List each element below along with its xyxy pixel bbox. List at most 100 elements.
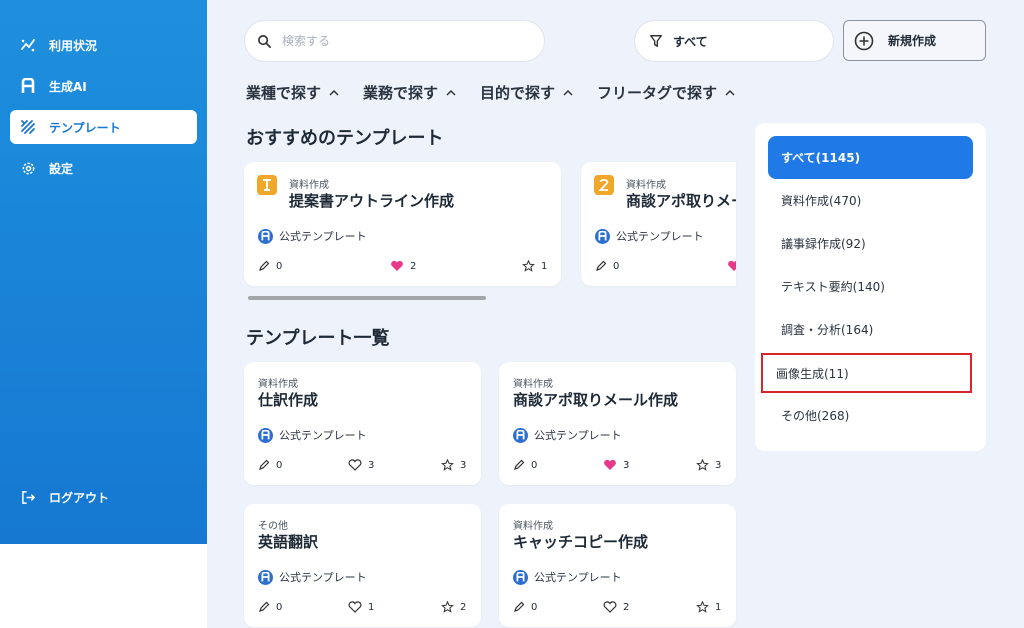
card-category: 資料作成 [513,379,553,390]
category-item-image-generation[interactable]: 画像生成(11) [761,353,972,393]
edit-count[interactable]: 0 [258,459,282,471]
like-count[interactable]: 2 [390,260,416,272]
sidebar-item-template[interactable]: テンプレート [10,110,197,144]
sidebar-item-label: テンプレート [49,120,121,135]
filter-icon [649,34,663,48]
template-card[interactable]: 資料作成 商談アポ取りメール作成 公式テンプレート 0 3 3 [499,362,736,485]
like-count[interactable]: 3 [348,459,374,471]
heart-filled-icon [391,260,403,271]
search-input[interactable] [282,34,522,48]
card-stats: 0 [595,260,736,274]
heart-icon [348,601,362,613]
chevron-up-icon [329,89,339,96]
star-count[interactable]: 1 [696,601,721,613]
official-logo-icon [258,228,273,244]
sidebar: 利用状況 生成AI テンプレート 設定 ログアウト [0,0,207,544]
category-item[interactable]: 議事録作成(92) [768,222,973,265]
category-item[interactable]: テキスト要約(140) [768,265,973,308]
card-stats: 0 3 3 [258,459,469,473]
pencil-icon [259,260,270,271]
like-count[interactable]: 3 [603,459,629,471]
pencil-icon [514,601,525,612]
official-label: 公式テンプレート [258,569,367,585]
star-count[interactable]: 2 [441,601,466,613]
official-logo-icon [258,427,273,443]
plus-circle-icon [854,31,874,51]
like-count[interactable]: 1 [348,601,374,613]
logout-button[interactable]: ログアウト [10,480,197,514]
card-stats: 0 2 1 [258,260,549,274]
nav-free-tag[interactable]: フリータグで探す [597,82,735,103]
category-item[interactable]: その他(268) [768,394,973,437]
card-title: 英語翻訳 [258,533,319,551]
card-title: 商談アポ取りメール作成 [513,391,679,409]
horizontal-scrollbar[interactable] [248,296,486,300]
heart-filled-icon [728,260,736,271]
star-count[interactable]: 3 [696,459,721,471]
official-logo-icon [258,569,273,585]
edit-count[interactable]: 0 [513,459,537,471]
heart-icon [348,459,362,471]
category-item-all[interactable]: すべて(1145) [768,136,973,179]
edit-count[interactable]: 0 [513,601,537,613]
template-list-title: テンプレート一覧 [246,328,390,349]
sidebar-footer-area [0,544,207,628]
template-card[interactable]: 資料作成 仕訳作成 公式テンプレート 0 3 3 [244,362,481,485]
official-logo-icon [595,228,610,244]
new-button-label: 新規作成 [888,34,937,48]
card-title: キャッチコピー作成 [513,533,649,551]
card-stats: 0 3 3 [513,459,724,473]
star-count[interactable]: 1 [522,260,547,272]
nav-industry[interactable]: 業種で探す [246,82,339,103]
search-box[interactable] [244,20,545,62]
like-count[interactable] [727,260,736,272]
star-icon [441,601,454,613]
filter-label: すべて [673,34,708,49]
category-nav: 業種で探す 業務で探す 目的で探す フリータグで探す [246,82,759,103]
logout-icon [20,489,36,505]
star-count[interactable]: 3 [441,459,466,471]
card-title: 商談アポ取りメール作成 [626,192,736,210]
pencil-icon [259,459,270,470]
card-category: 資料作成 [258,379,298,390]
rank-badge [257,175,277,195]
recommended-card[interactable]: 資料作成 提案書アウトライン作成 公式テンプレート 0 2 1 [244,162,561,286]
card-title: 提案書アウトライン作成 [289,192,455,210]
nav-purpose[interactable]: 目的で探す [480,82,573,103]
category-item[interactable]: 調査・分析(164) [768,308,973,351]
chevron-up-icon [446,89,456,96]
nav-task[interactable]: 業務で探す [363,82,456,103]
category-item[interactable]: 資料作成(470) [768,179,973,222]
rank-badge [594,175,614,195]
recommended-card[interactable]: 資料作成 商談アポ取りメール作成 公式テンプレート 0 [581,162,736,286]
sidebar-item-settings[interactable]: 設定 [10,151,197,185]
new-template-button[interactable]: 新規作成 [843,20,986,61]
like-count[interactable]: 2 [603,601,629,613]
filter-dropdown[interactable]: すべて [634,20,834,62]
card-stats: 0 1 2 [258,601,469,615]
ai-logo-icon [20,78,36,94]
template-card[interactable]: 資料作成 キャッチコピー作成 公式テンプレート 0 2 1 [499,504,736,627]
card-category: 資料作成 [626,180,666,191]
sidebar-item-label: 利用状況 [49,38,98,53]
card-category: その他 [258,521,288,532]
official-label: 公式テンプレート [513,427,622,443]
heart-icon [603,601,617,613]
card-title: 仕訳作成 [258,391,319,409]
sidebar-item-usage[interactable]: 利用状況 [10,28,197,62]
template-icon [20,119,36,135]
chevron-up-icon [563,89,573,96]
card-category: 資料作成 [513,521,553,532]
official-label: 公式テンプレート [258,228,367,244]
edit-count[interactable]: 0 [258,601,282,613]
card-stats: 0 2 1 [513,601,724,615]
edit-count[interactable]: 0 [258,260,282,272]
recommended-title: おすすめのテンプレート [246,128,444,149]
category-panel: すべて(1145) 資料作成(470) 議事録作成(92) テキスト要約(140… [755,123,986,451]
search-icon [257,34,272,49]
edit-count[interactable]: 0 [595,260,619,272]
official-label: 公式テンプレート [595,228,704,244]
official-label: 公式テンプレート [258,427,367,443]
sidebar-item-generative-ai[interactable]: 生成AI [10,69,197,103]
template-card[interactable]: その他 英語翻訳 公式テンプレート 0 1 2 [244,504,481,627]
